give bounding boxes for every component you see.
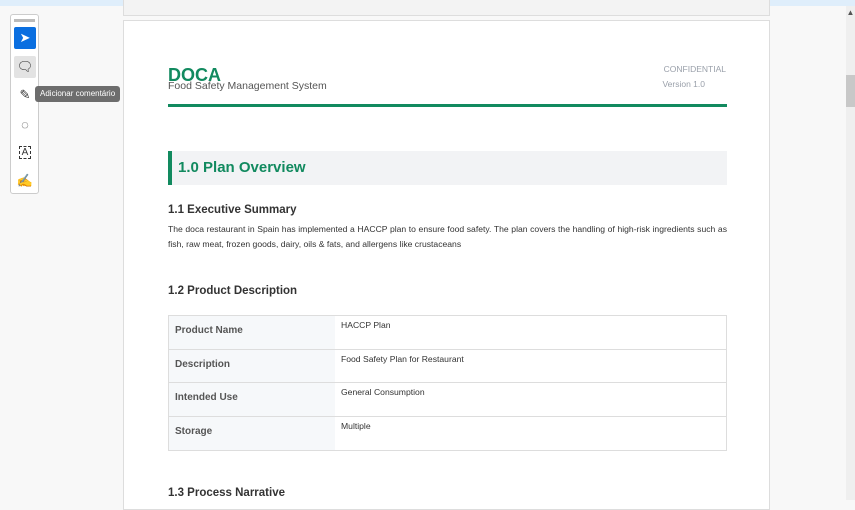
signature-tool-button[interactable]: ✍	[14, 170, 36, 192]
table-row: DescriptionFood Safety Plan for Restaura…	[169, 350, 726, 384]
header-divider	[168, 104, 727, 107]
toolbar-drag-handle[interactable]	[14, 19, 35, 22]
row-value: Multiple	[335, 417, 726, 451]
cursor-icon: ➤	[20, 30, 31, 46]
text-box-tool-button[interactable]: A	[14, 141, 36, 163]
row-label: Storage	[169, 417, 335, 451]
comment-tool-button[interactable]: 🗨	[14, 56, 36, 78]
row-value: Food Safety Plan for Restaurant	[335, 350, 726, 383]
previous-page	[123, 0, 770, 16]
scrollbar-thumb[interactable]	[846, 75, 855, 107]
confidential-label: CONFIDENTIAL	[664, 64, 726, 74]
process-narrative-heading: 1.3 Process Narrative	[168, 487, 285, 499]
pen-icon: ✎	[20, 87, 31, 103]
row-label: Intended Use	[169, 383, 335, 416]
row-value: General Consumption	[335, 383, 726, 416]
scroll-up-icon[interactable]: ▲	[846, 8, 855, 17]
tooltip: Adicionar comentário	[35, 86, 120, 102]
exec-summary-text: The doca restaurant in Spain has impleme…	[168, 222, 727, 252]
table-row: Product NameHACCP Plan	[169, 316, 726, 350]
annotation-toolbar: ➤ 🗨 ✎ ◌ A ✍	[10, 14, 39, 194]
select-tool-button[interactable]: ➤	[14, 27, 36, 49]
document-page: DOCA Food Safety Management System CONFI…	[123, 20, 770, 510]
product-table: Product NameHACCP Plan DescriptionFood S…	[168, 315, 727, 451]
row-label: Product Name	[169, 316, 335, 349]
brand-subtitle: Food Safety Management System	[168, 80, 327, 92]
row-label: Description	[169, 350, 335, 383]
table-row: Intended UseGeneral Consumption	[169, 383, 726, 417]
vertical-scrollbar[interactable]: ▲	[846, 6, 855, 500]
draw-tool-button[interactable]: ◌	[14, 113, 36, 135]
product-description-heading: 1.2 Product Description	[168, 285, 297, 297]
highlight-tool-button[interactable]: ✎	[14, 84, 36, 106]
signature-icon: ✍	[17, 173, 33, 189]
row-value: HACCP Plan	[335, 316, 726, 349]
lasso-icon: ◌	[21, 117, 29, 132]
exec-summary-heading: 1.1 Executive Summary	[168, 204, 297, 216]
version-label: Version 1.0	[662, 79, 705, 89]
comment-icon: 🗨	[17, 59, 34, 75]
section-heading: 1.0 Plan Overview	[168, 151, 727, 185]
text-box-icon: A	[19, 146, 32, 159]
table-row: StorageMultiple	[169, 417, 726, 451]
